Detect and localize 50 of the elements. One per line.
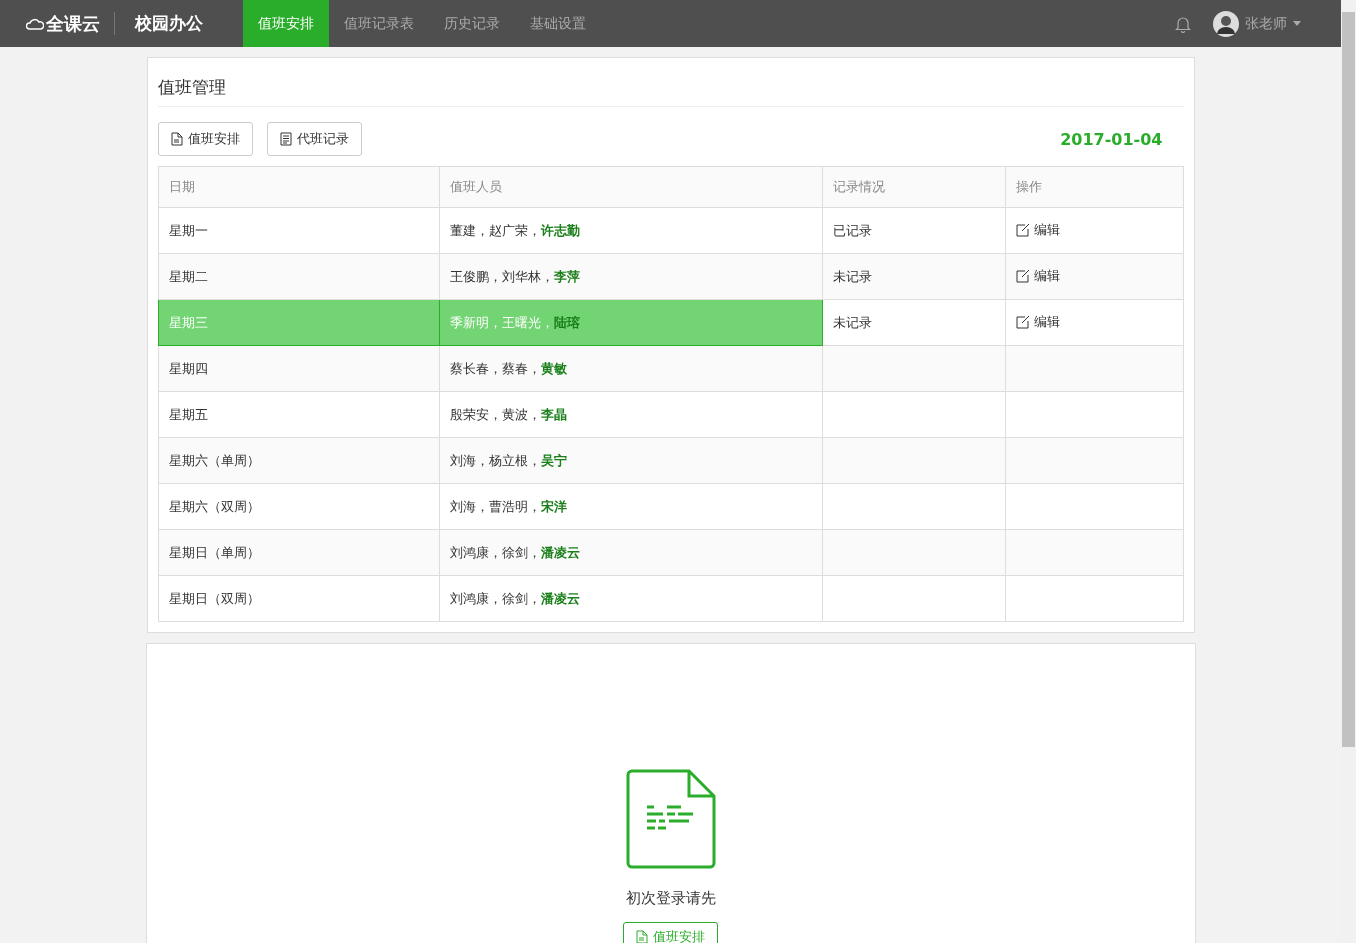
- table-cell: 未记录: [822, 253, 1006, 300]
- nav-tab[interactable]: 值班记录表: [329, 0, 429, 47]
- table-cell: 刘海，杨立根，吴宁: [439, 437, 823, 484]
- document-icon: [636, 930, 648, 943]
- table-cell: 王俊鹏，刘华林，李萍: [439, 253, 823, 300]
- empty-message: 初次登录请先: [625, 889, 716, 908]
- document-icon: [625, 769, 716, 869]
- table-cell: 董建，赵广荣，许志勤: [439, 207, 823, 254]
- date-label: 2017-01-04: [1060, 129, 1163, 149]
- toolbar-button[interactable]: 代班记录: [266, 122, 362, 156]
- table-cell: 星期五: [158, 391, 440, 438]
- column-header: 值班人员: [439, 166, 823, 208]
- user-menu[interactable]: 张老师: [1213, 10, 1301, 37]
- edit-link[interactable]: 编辑: [1016, 313, 1061, 331]
- table-cell: 星期一: [158, 207, 440, 254]
- column-header: 记录情况: [822, 166, 1006, 208]
- table-cell: 蔡长春，蔡春，黄敏: [439, 345, 823, 392]
- panel-title: 值班管理: [157, 58, 1184, 107]
- edit-link[interactable]: 编辑: [1016, 221, 1061, 239]
- nav-tab[interactable]: 基础设置: [515, 0, 601, 47]
- cloud-icon: [26, 16, 44, 31]
- table-cell: 星期六（双周）: [158, 483, 440, 530]
- table-cell: 殷荣安，黄波，李晶: [439, 391, 823, 438]
- logo[interactable]: 全课云: [26, 12, 115, 35]
- table-cell: 星期日（双周）: [158, 575, 440, 622]
- toolbar-button[interactable]: 值班安排: [157, 122, 253, 156]
- edit-icon: [1016, 223, 1031, 237]
- table-cell: 星期日（单周）: [158, 529, 440, 576]
- nav-tab[interactable]: 历史记录: [429, 0, 515, 47]
- edit-icon: [1016, 269, 1031, 283]
- table-cell: 已记录: [822, 207, 1006, 254]
- caret-icon: [1293, 21, 1301, 26]
- table-cell: 星期四: [158, 345, 440, 392]
- document-icon: [170, 132, 183, 146]
- list-icon: [279, 132, 292, 146]
- column-header: 日期: [158, 166, 440, 208]
- bell-icon[interactable]: [1175, 14, 1191, 33]
- table-cell: 星期二: [158, 253, 440, 300]
- app-title: 校园办公: [133, 12, 204, 35]
- table-cell: 未记录: [822, 299, 1006, 346]
- avatar-icon: [1213, 10, 1239, 37]
- table-cell: 刘海，曹浩明，宋洋: [439, 483, 823, 530]
- edit-icon: [1016, 315, 1031, 329]
- table-cell: 刘鸿康，徐剑，潘凌云: [439, 575, 823, 622]
- table-cell: 季新明，王曙光，陆瑢: [439, 299, 823, 346]
- table-cell: 刘鸿康，徐剑，潘凌云: [439, 529, 823, 576]
- table-cell: 星期六（单周）: [158, 437, 440, 484]
- edit-link[interactable]: 编辑: [1016, 267, 1061, 285]
- column-header: 操作: [1005, 166, 1183, 208]
- table-cell: 星期三: [158, 299, 440, 346]
